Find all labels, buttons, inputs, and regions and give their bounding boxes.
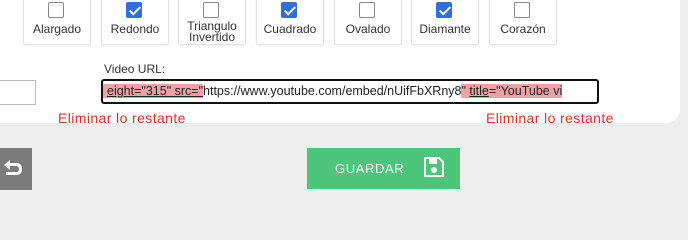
shape-label-redondo: Redondo — [110, 22, 160, 36]
video-url-value: eight="315" src="https://www.youtube.com… — [103, 81, 563, 102]
highlight-title-attr: title — [469, 84, 489, 98]
checkbox-alargado[interactable] — [48, 2, 64, 18]
shape-option-ovalado[interactable]: Ovalado — [334, 0, 402, 45]
shape-option-cuadrado[interactable]: Cuadrado — [256, 0, 324, 45]
shape-option-diamante[interactable]: Diamante — [411, 0, 479, 45]
highlight-leading-attrs: eight="315" src=" — [103, 84, 204, 98]
back-button[interactable] — [0, 148, 32, 190]
shape-label-diamante: Diamante — [419, 22, 471, 36]
checkbox-cuadrado[interactable] — [281, 2, 297, 18]
checkbox-diamante[interactable] — [436, 2, 452, 18]
checkbox-triangulo-invertido[interactable] — [203, 2, 219, 18]
shape-label-ovalado: Ovalado — [345, 22, 391, 36]
video-url-input[interactable]: eight="315" src="https://www.youtube.com… — [101, 79, 599, 104]
shape-label-cuadrado: Cuadrado — [263, 22, 317, 36]
shape-label-triangulo-invertido: Triangulo Invertido — [187, 19, 237, 44]
checkbox-corazon[interactable] — [514, 2, 530, 18]
checkbox-redondo[interactable] — [126, 2, 142, 18]
video-url-label: Video URL: — [104, 62, 166, 76]
shape-label-alargado: Alargado — [32, 22, 82, 36]
save-button-label: GUARDAR — [335, 161, 405, 176]
highlight-title-value: ="YouTube vi — [488, 84, 563, 98]
annotation-right-note: Eliminar lo restante — [486, 110, 614, 126]
shape-option-alargado[interactable]: Alargado — [23, 0, 91, 45]
shape-option-triangulo-invertido[interactable]: Triangulo Invertido — [178, 0, 246, 45]
save-button[interactable]: GUARDAR — [307, 148, 460, 189]
shape-option-corazon[interactable]: Corazón — [489, 0, 557, 45]
video-url-text: https://www.youtube.com/embed/nUifFbXRny… — [203, 84, 462, 98]
floppy-disk-icon — [424, 157, 444, 177]
annotation-left-note: Eliminar lo restante — [58, 110, 186, 126]
undo-arrow-icon — [4, 160, 22, 175]
shape-label-corazon: Corazón — [500, 22, 546, 36]
side-text-input[interactable] — [0, 80, 36, 105]
checkbox-ovalado[interactable] — [359, 2, 375, 18]
shape-option-redondo[interactable]: Redondo — [101, 0, 169, 45]
